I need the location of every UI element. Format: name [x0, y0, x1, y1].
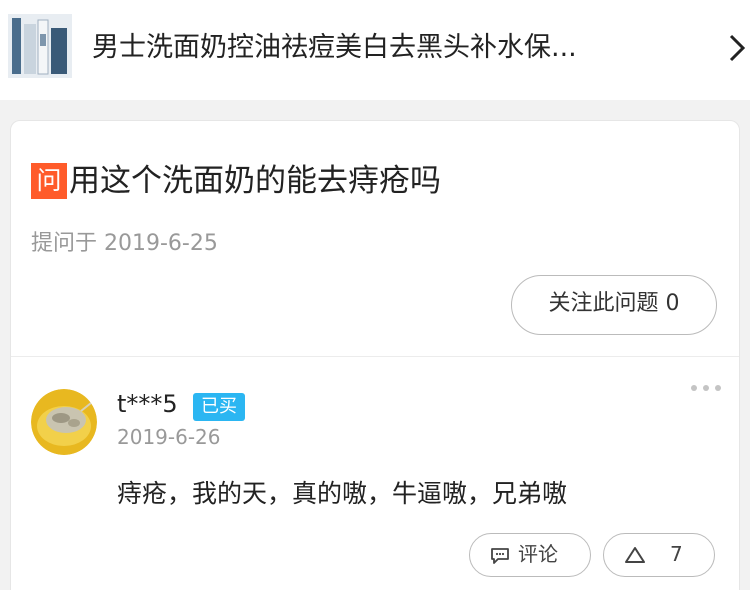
- question-card: 问用这个洗面奶的能去痔疮吗 提问于 2019-6-25 关注此问题 0 t***…: [10, 120, 740, 590]
- user-name[interactable]: t***5: [117, 387, 178, 421]
- comment-button[interactable]: 评论: [469, 533, 591, 577]
- answer-date: 2019-6-26: [117, 425, 221, 449]
- chevron-right-icon[interactable]: [726, 32, 748, 64]
- divider: [11, 356, 739, 357]
- bought-badge: 已买: [193, 393, 245, 421]
- triangle-up-icon: [624, 546, 646, 568]
- answer-text: 痔疮，我的天，真的嗷，牛逼嗷，兄弟嗷: [117, 479, 568, 508]
- product-header[interactable]: 男士洗面奶控油祛痘美白去黑头补水保...: [0, 0, 750, 100]
- comment-label: 评论: [518, 542, 558, 566]
- asked-date: 提问于 2019-6-25: [31, 231, 218, 256]
- comment-icon: [490, 547, 510, 569]
- avatar[interactable]: [31, 389, 97, 455]
- question-text: 用这个洗面奶的能去痔疮吗: [69, 163, 441, 199]
- more-options-icon[interactable]: [689, 377, 723, 399]
- like-button[interactable]: 7: [603, 533, 715, 577]
- product-title[interactable]: 男士洗面奶控油祛痘美白去黑头补水保...: [92, 26, 577, 70]
- product-thumbnail[interactable]: [8, 14, 72, 78]
- like-count: 7: [670, 542, 683, 566]
- question-heading: 问用这个洗面奶的能去痔疮吗: [31, 161, 441, 201]
- follow-question-button[interactable]: 关注此问题 0: [511, 275, 717, 335]
- question-badge: 问: [31, 163, 67, 199]
